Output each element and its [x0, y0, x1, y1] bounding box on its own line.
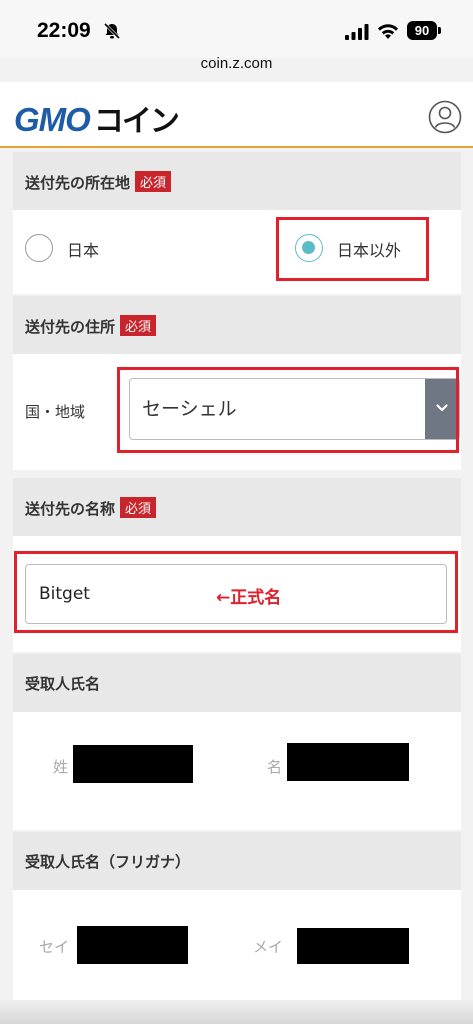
radio-japan[interactable]: [25, 234, 53, 262]
name-section-header: 送付先の名称 必須: [13, 478, 461, 536]
recipient-kana-section-title: 受取人氏名（フリガナ）: [25, 853, 191, 871]
recipient-section-header: 受取人氏名: [13, 654, 461, 712]
cellular-signal-icon: [345, 24, 369, 40]
location-section-title: 送付先の所在地 必須: [25, 171, 172, 193]
redacted-last-name[interactable]: [73, 745, 193, 783]
last-name-label: 姓: [53, 758, 69, 776]
app-header: GMO コイン: [0, 82, 473, 148]
name-section-title: 送付先の名称 必須: [25, 497, 157, 519]
address-section-header: 送付先の住所 必須: [13, 296, 461, 354]
account-icon[interactable]: [428, 100, 462, 134]
first-name-kana-label: メイ: [253, 938, 284, 956]
logo-coin-text: コイン: [93, 104, 180, 139]
required-badge: 必須: [135, 171, 172, 192]
highlight-box-country: [117, 367, 459, 453]
country-region-label: 国・地域: [25, 403, 86, 421]
bottom-fade: [0, 1000, 473, 1024]
recipient-kana-section-body: セイ メイ: [13, 890, 461, 1000]
status-time: 22:09: [37, 19, 91, 42]
battery-indicator: 90: [407, 21, 437, 40]
official-name-annotation: ←正式名: [216, 588, 282, 608]
recipient-kana-section-header: 受取人氏名（フリガナ）: [13, 832, 461, 890]
redacted-first-name-kana[interactable]: [297, 928, 409, 964]
recipient-section-title: 受取人氏名: [25, 675, 101, 693]
required-badge: 必須: [120, 315, 157, 336]
location-section-header: 送付先の所在地 必須: [13, 152, 461, 210]
wifi-icon: [378, 24, 398, 39]
redacted-first-name[interactable]: [287, 743, 409, 781]
last-name-kana-label: セイ: [39, 938, 70, 956]
first-name-label: 名: [267, 758, 283, 776]
address-section-title: 送付先の住所 必須: [25, 315, 157, 337]
radio-japan-label[interactable]: 日本: [67, 237, 99, 261]
battery-tip: [438, 27, 441, 34]
bell-muted-icon: [103, 22, 121, 40]
gmo-coin-logo[interactable]: GMO コイン: [14, 96, 180, 140]
highlight-box-outside-japan: [276, 217, 429, 281]
address-bar-url[interactable]: coin.z.com: [0, 55, 473, 72]
required-badge: 必須: [120, 497, 157, 518]
recipient-section-body: 姓 名: [13, 712, 461, 830]
redacted-last-name-kana[interactable]: [77, 926, 188, 964]
logo-gmo-text: GMO: [14, 101, 91, 138]
